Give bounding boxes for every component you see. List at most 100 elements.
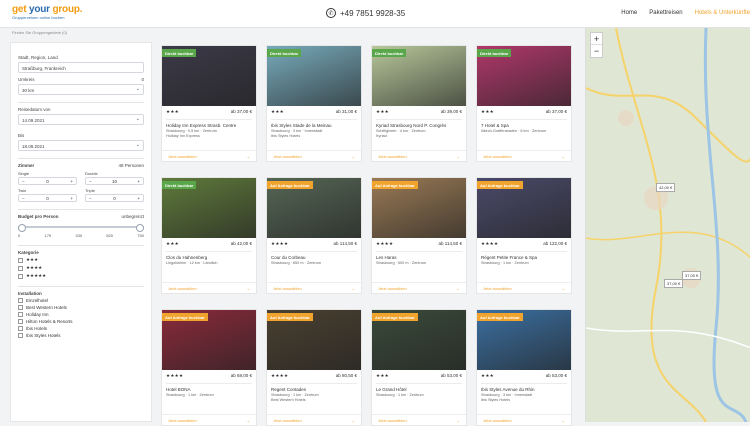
location-input[interactable]: Straßburg, Frankreich [18,62,144,73]
checkbox[interactable] [18,257,23,263]
phone-contact[interactable]: ✆ +49 7851 9928-35 [326,8,405,18]
checkbox[interactable] [18,265,23,271]
hotel-name[interactable]: Les Haras [376,255,462,260]
select-hotel-button[interactable]: Jetzt auswählen ⌄ [267,150,361,161]
plus-icon[interactable]: + [70,179,73,184]
hotel-photo[interactable]: Auf Anfrage buchbar [267,178,361,238]
hotel-price: ab 39,00 € [440,109,462,114]
hotel-card[interactable]: Auf Anfrage buchbar ★★★★ ab 80,50 € Regent … [266,309,362,426]
hotel-card[interactable]: Direkt buchbar ★★★ ab 31,00 € Ibis Styles S… [266,45,362,162]
hotel-photo[interactable]: Auf Anfrage buchbar [162,310,256,370]
facility-option[interactable]: Ibis Styles Hotels [18,333,144,338]
zoom-out-button[interactable]: − [591,45,602,57]
select-hotel-button[interactable]: Jetzt auswählen ⌄ [372,282,466,293]
checkbox[interactable] [18,333,23,338]
hotel-chain: Holiday Inn Express [166,134,200,138]
map-price-pin[interactable]: 37,00 € [664,279,684,288]
hotel-photo[interactable]: Direkt buchbar [477,46,571,106]
select-hotel-button[interactable]: Jetzt auswählen ⌄ [267,414,361,425]
checkbox[interactable] [18,298,23,303]
logo[interactable]: get your group. Gruppenreisen online buc… [12,5,83,20]
facility-option[interactable]: Holiday Inn [18,312,144,317]
hotel-name[interactable]: Regent Contades [271,387,357,392]
checkbox[interactable] [18,312,23,317]
hotel-card[interactable]: Direkt buchbar ★★★ ab 39,00 € Kyriad Strasb… [371,45,467,162]
map-canvas [586,28,750,422]
plus-icon[interactable]: + [70,196,73,201]
map-price-pin[interactable]: 37,00 € [682,271,702,280]
hotel-photo[interactable]: Auf Anfrage buchbar [267,310,361,370]
twin-stepper[interactable]: − 0 + [18,194,77,202]
checkbox[interactable] [18,273,23,279]
hotel-card[interactable]: Auf Anfrage buchbar ★★★ ab 53,00 € Le Grand… [371,309,467,426]
minus-icon[interactable]: − [89,196,92,201]
select-hotel-button[interactable]: Jetzt auswählen ⌄ [477,282,571,293]
hotel-card[interactable]: Auf Anfrage buchbar ★★★★ ab 122,00 € Régent… [476,177,572,294]
hotel-name[interactable]: Hotel BONA [166,387,252,392]
hotel-card[interactable]: Direkt buchbar ★★★ ab 42,00 € Clos du Hahne… [161,177,257,294]
hotel-name[interactable]: Régent Petite France & Spa [481,255,567,260]
plus-icon[interactable]: + [137,196,140,201]
minus-icon[interactable]: − [22,179,25,184]
budget-slider[interactable] [18,224,144,232]
category-option[interactable]: ★★★★★ [18,273,144,279]
checkbox[interactable] [18,326,23,331]
select-hotel-button[interactable]: Jetzt auswählen ⌄ [267,282,361,293]
radius-select[interactable]: 30 km ⌄ [18,84,144,95]
hotel-name[interactable]: Cour du Corbeau [271,255,357,260]
hotel-card[interactable]: Auf Anfrage buchbar ★★★★ ab 68,00 € Hotel B… [161,309,257,426]
minus-icon[interactable]: − [89,179,92,184]
select-hotel-button[interactable]: Jetzt auswählen ⌄ [162,150,256,161]
chevron-down-icon: ⌄ [456,286,460,291]
double-stepper[interactable]: − 10 + [85,177,144,185]
hotel-photo[interactable]: Auf Anfrage buchbar [477,178,571,238]
hotel-photo[interactable]: Direkt buchbar [162,46,256,106]
hotel-photo[interactable]: Direkt buchbar [162,178,256,238]
facility-option[interactable]: Hilton Hotels & Resorts [18,319,144,324]
facility-option[interactable]: Ibis Hotels [18,326,144,331]
hotel-name[interactable]: Clos du Hahnenberg [166,255,252,260]
facility-option[interactable]: Einzelhotel [18,298,144,303]
category-option[interactable]: ★★★ [18,257,144,263]
facility-option[interactable]: Best Western Hotels [18,305,144,310]
hotel-name[interactable]: 7 Hotel & Spa [481,123,567,128]
select-hotel-button[interactable]: Jetzt auswählen ⌄ [162,282,256,293]
hotel-name[interactable]: Le Grand Hôtel [376,387,462,392]
nav-hotels[interactable]: Hotels & Unterkünfte [695,10,750,16]
select-hotel-button[interactable]: Jetzt auswählen ⌄ [372,414,466,425]
map-panel[interactable]: + − 42,00 € 37,00 € 37,00 € [585,28,750,422]
category-label: Kategorie [18,250,39,255]
single-stepper[interactable]: − 0 + [18,177,77,185]
hotel-card[interactable]: Auf Anfrage buchbar ★★★ ab 53,00 € Ibis Sty… [476,309,572,426]
hotel-photo[interactable]: Auf Anfrage buchbar [372,310,466,370]
minus-icon[interactable]: − [22,196,25,201]
select-hotel-button[interactable]: Jetzt auswählen ⌄ [477,150,571,161]
hotel-photo[interactable]: Direkt buchbar [372,46,466,106]
arrival-date-picker[interactable]: 14.09.2021 ⌄ [18,114,144,125]
select-hotel-button[interactable]: Jetzt auswählen ⌄ [162,414,256,425]
hotel-card[interactable]: Auf Anfrage buchbar ★★★★ ab 114,50 € Cour d… [266,177,362,294]
hotel-name[interactable]: Ibis Styles Avenue du Rhin [481,387,567,392]
hotel-photo[interactable]: Auf Anfrage buchbar [477,310,571,370]
hotel-photo[interactable]: Direkt buchbar [267,46,361,106]
select-hotel-button[interactable]: Jetzt auswählen ⌄ [477,414,571,425]
hotel-photo[interactable]: Auf Anfrage buchbar [372,178,466,238]
departure-date-picker[interactable]: 18.09.2021 ⌄ [18,140,144,151]
hotel-card[interactable]: Direkt buchbar ★★★ ab 37,00 € Holiday Inn E… [161,45,257,162]
nav-home[interactable]: Home [621,10,637,16]
hotel-name[interactable]: Ibis Styles Stade de la Meinau [271,123,357,128]
map-price-pin[interactable]: 42,00 € [656,183,676,192]
checkbox[interactable] [18,319,23,324]
triple-stepper[interactable]: − 0 + [85,194,144,202]
hotel-card[interactable]: Direkt buchbar ★★★ ab 37,00 € 7 Hotel & Spa… [476,45,572,162]
plus-icon[interactable]: + [137,179,140,184]
availability-badge: Direkt buchbar [477,49,512,57]
checkbox[interactable] [18,305,23,310]
hotel-name[interactable]: Kyriad Strasbourg Nord P. Congrès [376,123,462,128]
select-hotel-button[interactable]: Jetzt auswählen ⌄ [372,150,466,161]
hotel-card[interactable]: Auf Anfrage buchbar ★★★★ ab 114,50 € Les Ha… [371,177,467,294]
zoom-in-button[interactable]: + [591,33,602,45]
hotel-name[interactable]: Holiday Inn Express Strasb. Centre [166,123,252,128]
category-option[interactable]: ★★★★ [18,265,144,271]
nav-package-trips[interactable]: Pakettreisen [649,10,682,16]
